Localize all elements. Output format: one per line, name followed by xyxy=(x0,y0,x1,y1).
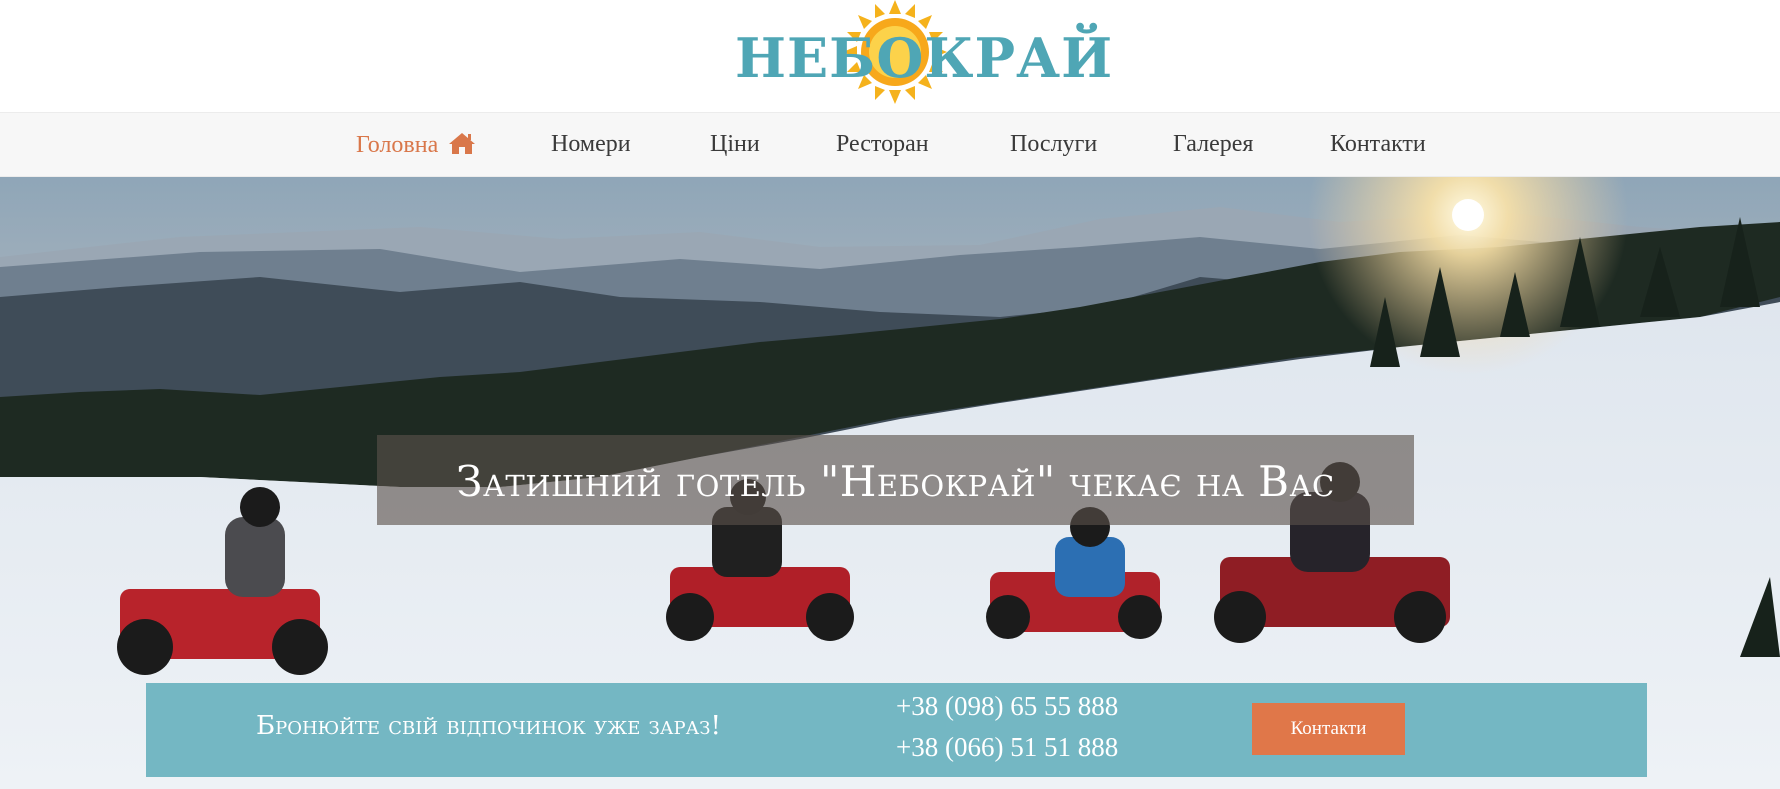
logo[interactable]: НЕБОКРАЙ xyxy=(735,0,1114,108)
nav-item-rooms[interactable]: Номери xyxy=(551,131,631,158)
nav-item-services[interactable]: Послуги xyxy=(1010,131,1097,158)
hero-title-box: Затишний готель "Небокрай" чекає на Вас xyxy=(377,435,1414,525)
contacts-button[interactable]: Контакти xyxy=(1252,703,1405,755)
hero-banner: Затишний готель "Небокрай" чекає на Вас … xyxy=(0,177,1780,789)
nav-item-gallery[interactable]: Галерея xyxy=(1173,131,1253,158)
nav-item-label: Головна xyxy=(356,132,439,158)
nav-item-contacts[interactable]: Контакти xyxy=(1330,131,1426,158)
hero-title: Затишний готель "Небокрай" чекає на Вас xyxy=(456,457,1335,506)
booking-bar: Бронюйте свій відпочинок уже зараз! +38 … xyxy=(146,683,1647,777)
main-nav: Головна Номери Ціни Ресторан Послуги Гал… xyxy=(0,112,1780,177)
nav-item-home[interactable]: Головна xyxy=(356,131,476,162)
booking-text: Бронюйте свій відпочинок уже зараз! xyxy=(256,711,721,741)
nav-item-restaurant[interactable]: Ресторан xyxy=(836,131,929,158)
phone-number-2[interactable]: +38 (066) 51 51 888 xyxy=(896,732,1118,763)
logo-text: НЕБОКРАЙ xyxy=(735,26,1114,90)
phone-number-1[interactable]: +38 (098) 65 55 888 xyxy=(896,691,1118,722)
home-icon xyxy=(448,131,476,162)
nav-item-prices[interactable]: Ціни xyxy=(710,131,760,158)
header: НЕБОКРАЙ xyxy=(0,0,1780,112)
